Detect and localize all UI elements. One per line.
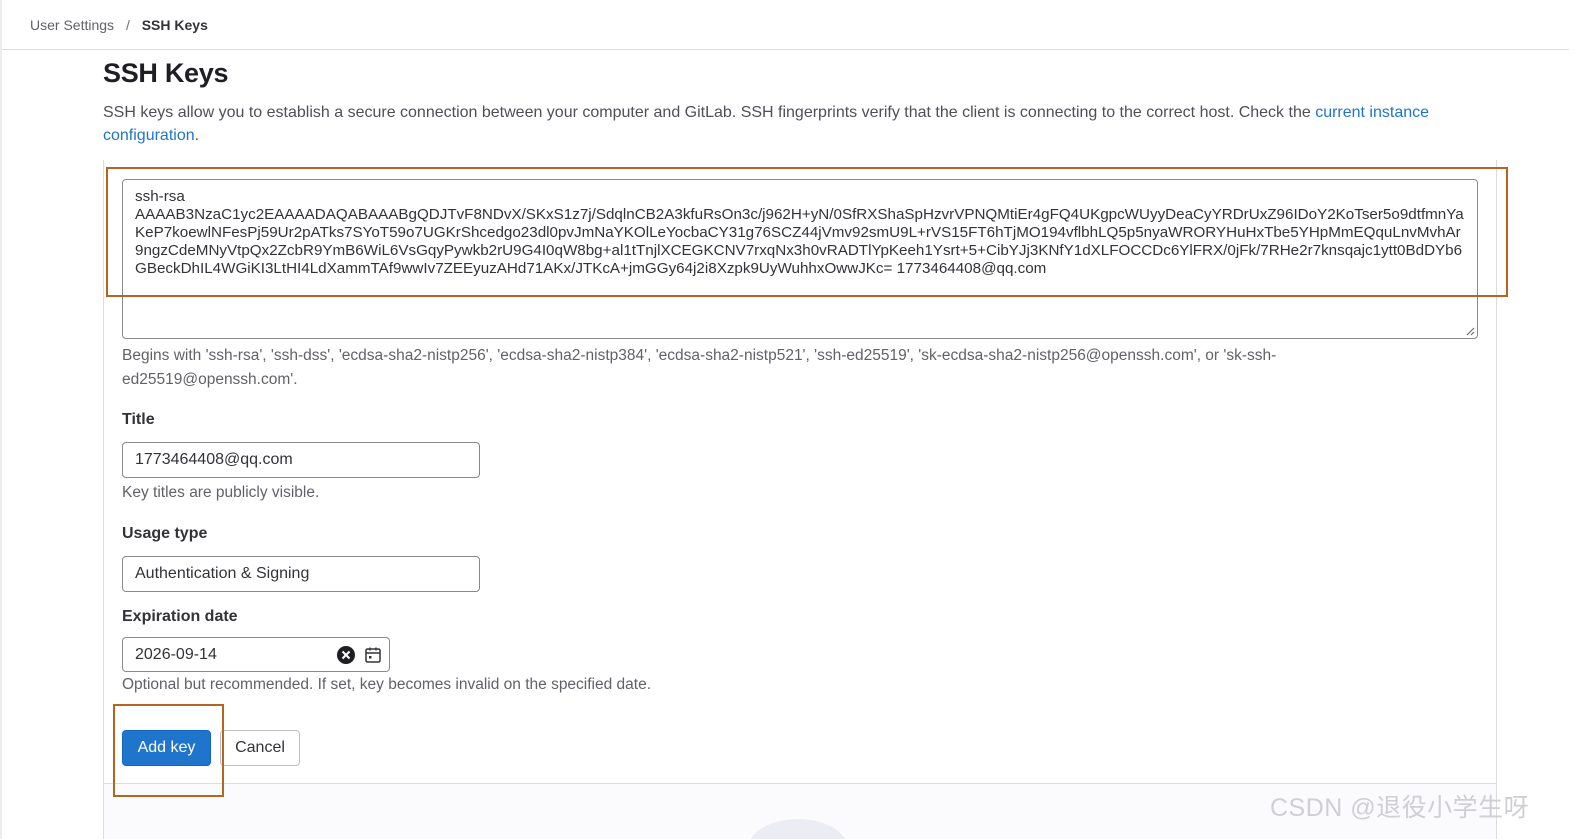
left-divider: [0, 0, 2, 839]
description-text: SSH keys allow you to establish a secure…: [103, 104, 1316, 121]
clear-circle-icon[interactable]: [336, 645, 356, 665]
description-suffix: .: [194, 127, 200, 144]
ssh-key-textarea[interactable]: ssh-rsa AAAAB3NzaC1yc2EAAAADAQABAAABgQDJ…: [122, 179, 1478, 339]
breadcrumb-separator: /: [125, 17, 130, 33]
ssh-keys-page: User Settings / SSH Keys SSH Keys SSH ke…: [0, 0, 1579, 839]
usage-type-label: Usage type: [122, 525, 208, 542]
expiration-date-label: Expiration date: [122, 608, 238, 625]
title-help: Key titles are publicly visible.: [122, 484, 320, 501]
breadcrumb-user-settings[interactable]: User Settings: [30, 17, 114, 33]
title-input[interactable]: 1773464408@qq.com: [122, 442, 480, 478]
page-description: SSH keys allow you to establish a secure…: [103, 101, 1523, 147]
title-label: Title: [122, 411, 155, 428]
expiration-date-input[interactable]: 2026-09-14: [122, 637, 390, 672]
cancel-button[interactable]: Cancel: [220, 730, 300, 766]
expiration-date-help: Optional but recommended. If set, key be…: [122, 676, 652, 693]
page-title: SSH Keys: [103, 58, 229, 88]
top-bar: User Settings / SSH Keys: [2, 0, 1569, 50]
watermark: CSDN @退役小学生呀: [1270, 794, 1530, 822]
usage-type-select[interactable]: Authentication & Signing: [122, 556, 480, 592]
resize-grip-icon[interactable]: [1465, 326, 1475, 336]
calendar-icon[interactable]: [363, 645, 383, 665]
breadcrumb: User Settings / SSH Keys: [30, 17, 208, 33]
add-key-button[interactable]: Add key: [122, 730, 211, 766]
ssh-key-text: ssh-rsa AAAAB3NzaC1yc2EAAAADAQABAAABgQDJ…: [135, 188, 1464, 277]
ssh-key-help: Begins with 'ssh-rsa', 'ssh-dss', 'ecdsa…: [122, 347, 1277, 388]
expiration-date-value: 2026-09-14: [135, 646, 217, 663]
breadcrumb-current[interactable]: SSH Keys: [142, 17, 208, 33]
